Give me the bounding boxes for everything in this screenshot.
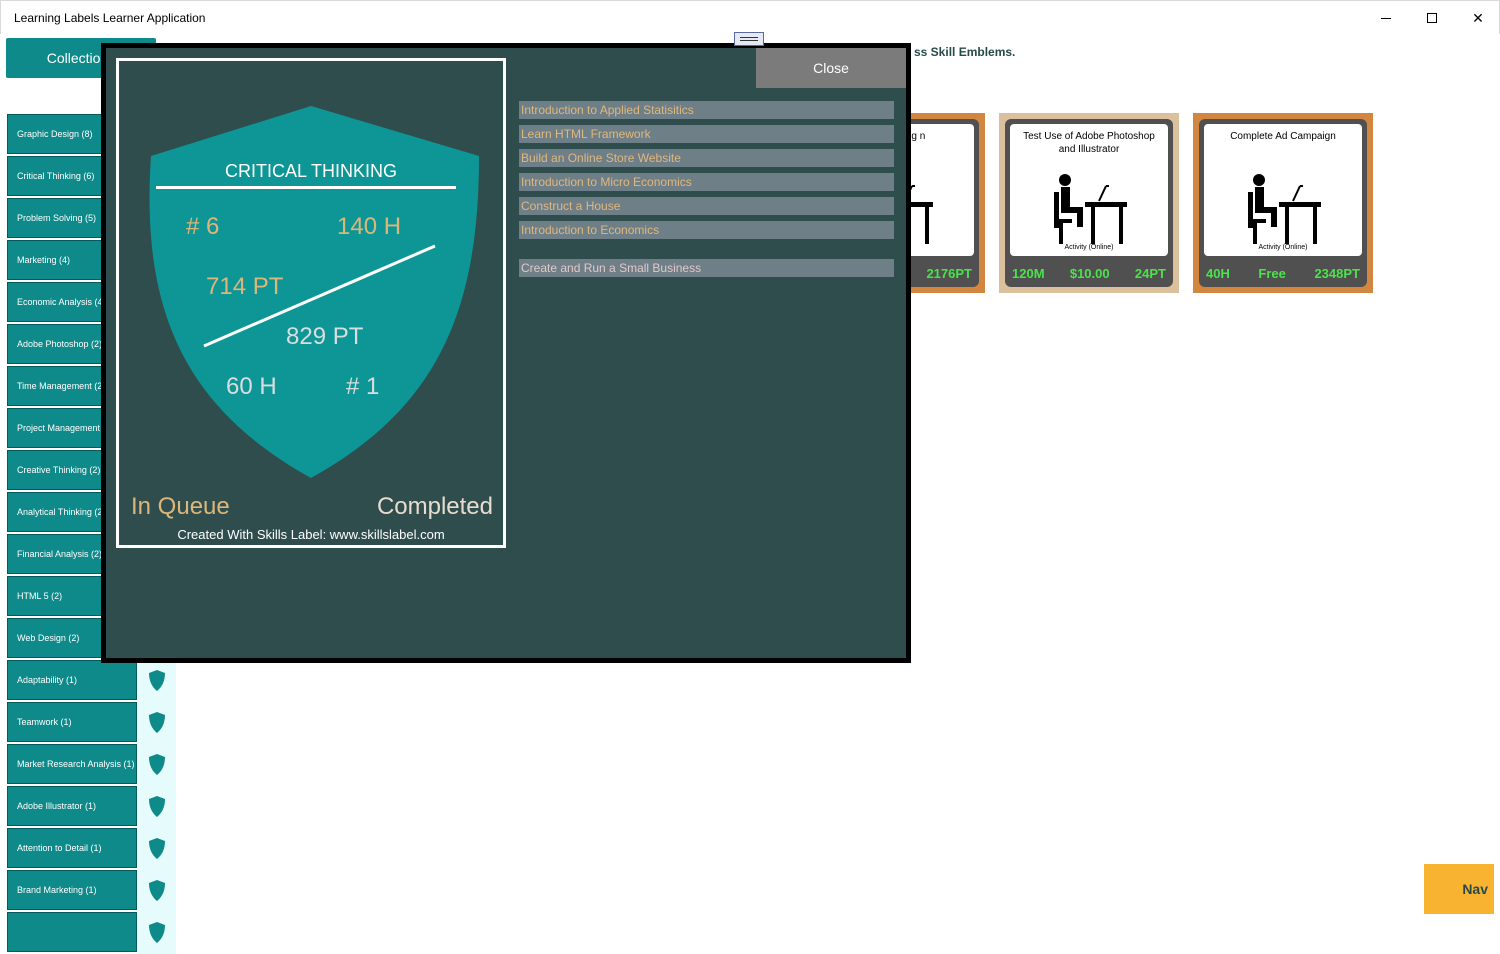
- person-at-desk-icon: [1054, 174, 1127, 244]
- shield-icon: [148, 880, 165, 901]
- window-title: Learning Labels Learner Application: [14, 11, 206, 25]
- skill-shield-button[interactable]: [137, 912, 176, 954]
- page-header: ss Skill Emblems.: [914, 45, 1016, 59]
- minimize-icon: [1381, 17, 1391, 19]
- drag-handle-icon[interactable]: [734, 32, 764, 46]
- course-item[interactable]: Build an Online Store Website: [519, 149, 894, 167]
- shield-icon: [148, 712, 165, 733]
- queue-hours: 140 H: [337, 213, 402, 240]
- skill-row: Attention to Detail (1): [6, 828, 176, 870]
- course-item[interactable]: Construct a House: [519, 197, 894, 215]
- card-panel: Complete Ad Campaign Activity (Online): [1204, 124, 1362, 256]
- card-frame: Test Use of Adobe Photoshop and Illustra…: [1005, 119, 1173, 287]
- skill-button[interactable]: Brand Marketing (1): [7, 870, 137, 910]
- skill-button[interactable]: Market Research Analysis (1): [7, 744, 137, 784]
- skill-emblem: CRITICAL THINKING # 6 140 H 714 PT 829 P…: [116, 58, 506, 548]
- queue-count: # 6: [186, 213, 220, 240]
- course-item[interactable]: Introduction to Applied Statisitics: [519, 101, 894, 119]
- close-icon: ✕: [1472, 9, 1484, 26]
- skill-shield-button[interactable]: [137, 786, 176, 828]
- skill-button[interactable]: Adaptability (1): [7, 660, 137, 700]
- skill-button[interactable]: Adobe Illustrator (1): [7, 786, 137, 826]
- skill-row: [6, 912, 176, 954]
- card-stat-points: 2348PT: [1314, 265, 1360, 281]
- skill-button[interactable]: Attention to Detail (1): [7, 828, 137, 868]
- shield-icon: [148, 670, 165, 691]
- skill-shield-button[interactable]: [137, 744, 176, 786]
- course-list: Introduction to Applied Statisitics Learn…: [519, 101, 894, 283]
- emblem-modal: Close CRITICAL THINKING # 6 140 H 714 PT…: [101, 43, 911, 663]
- course-item[interactable]: Introduction to Micro Economics: [519, 173, 894, 191]
- person-at-desk-icon: [1248, 174, 1321, 244]
- emblem-title: CRITICAL THINKING: [224, 161, 398, 181]
- shield-icon: [148, 838, 165, 859]
- emblem-divider: [156, 186, 456, 189]
- shield-icon: [148, 754, 165, 775]
- card-panel: Test Use of Adobe Photoshop and Illustra…: [1010, 124, 1168, 256]
- course-item[interactable]: Learn HTML Framework: [519, 125, 894, 143]
- maximize-button[interactable]: [1409, 1, 1455, 35]
- skill-row: Teamwork (1): [6, 702, 176, 744]
- in-queue-label: In Queue: [131, 493, 230, 520]
- course-item[interactable]: Create and Run a Small Business: [519, 259, 894, 277]
- shield-icon: [148, 922, 165, 943]
- card-stat-duration: 120M: [1012, 265, 1045, 281]
- skill-button[interactable]: [7, 912, 137, 952]
- skill-shield-button[interactable]: [137, 828, 176, 870]
- title-bar: Learning Labels Learner Application ✕: [0, 0, 1500, 34]
- card-type: Activity (Online): [1064, 244, 1114, 251]
- skill-shield-button[interactable]: [137, 870, 176, 912]
- credit-text: Created With Skills Label: www.skillslab…: [177, 527, 445, 542]
- skill-shield-button[interactable]: [137, 660, 176, 702]
- card-stat-points: 24PT: [1134, 265, 1166, 281]
- card-type: Activity (Online): [1258, 244, 1308, 251]
- activity-card[interactable]: Complete Ad Campaign Activity (Online) 40H…: [1193, 113, 1373, 293]
- minimize-button[interactable]: [1363, 1, 1409, 35]
- completed-label: Completed: [376, 493, 493, 520]
- skill-button[interactable]: Teamwork (1): [7, 702, 137, 742]
- shield-icon: [148, 796, 165, 817]
- card-stat-duration: 40H: [1206, 265, 1230, 281]
- close-window-button[interactable]: ✕: [1455, 1, 1500, 35]
- card-stats: 120M $10.00 24PT: [1008, 261, 1170, 285]
- card-stat-points: 2176PT: [926, 265, 972, 281]
- skill-row: Market Research Analysis (1): [6, 744, 176, 786]
- skill-row: Brand Marketing (1): [6, 870, 176, 912]
- modal-close-button[interactable]: Close: [756, 48, 906, 88]
- card-stat-price: Free: [1258, 265, 1286, 281]
- card-stat-price: $10.00: [1069, 265, 1110, 281]
- maximize-icon: [1427, 13, 1437, 23]
- completed-points: 829 PT: [286, 323, 364, 350]
- completed-count: # 1: [346, 373, 380, 400]
- card-title: Test Use of Adobe Photoshop and Illustra…: [1023, 131, 1155, 155]
- skill-row: Adobe Illustrator (1): [6, 786, 176, 828]
- activity-card[interactable]: Test Use of Adobe Photoshop and Illustra…: [999, 113, 1179, 293]
- skill-shield-button[interactable]: [137, 702, 176, 744]
- queue-points: 714 PT: [206, 273, 284, 300]
- nav-button[interactable]: Nav: [1424, 864, 1494, 914]
- card-frame: Complete Ad Campaign Activity (Online) 40H…: [1199, 119, 1367, 287]
- course-item[interactable]: Introduction to Economics: [519, 221, 894, 239]
- skill-row: Adaptability (1): [6, 660, 176, 702]
- completed-hours: 60 H: [226, 373, 277, 400]
- card-title: Complete Ad Campaign: [1230, 131, 1336, 142]
- card-stats: 40H Free 2348PT: [1202, 261, 1364, 285]
